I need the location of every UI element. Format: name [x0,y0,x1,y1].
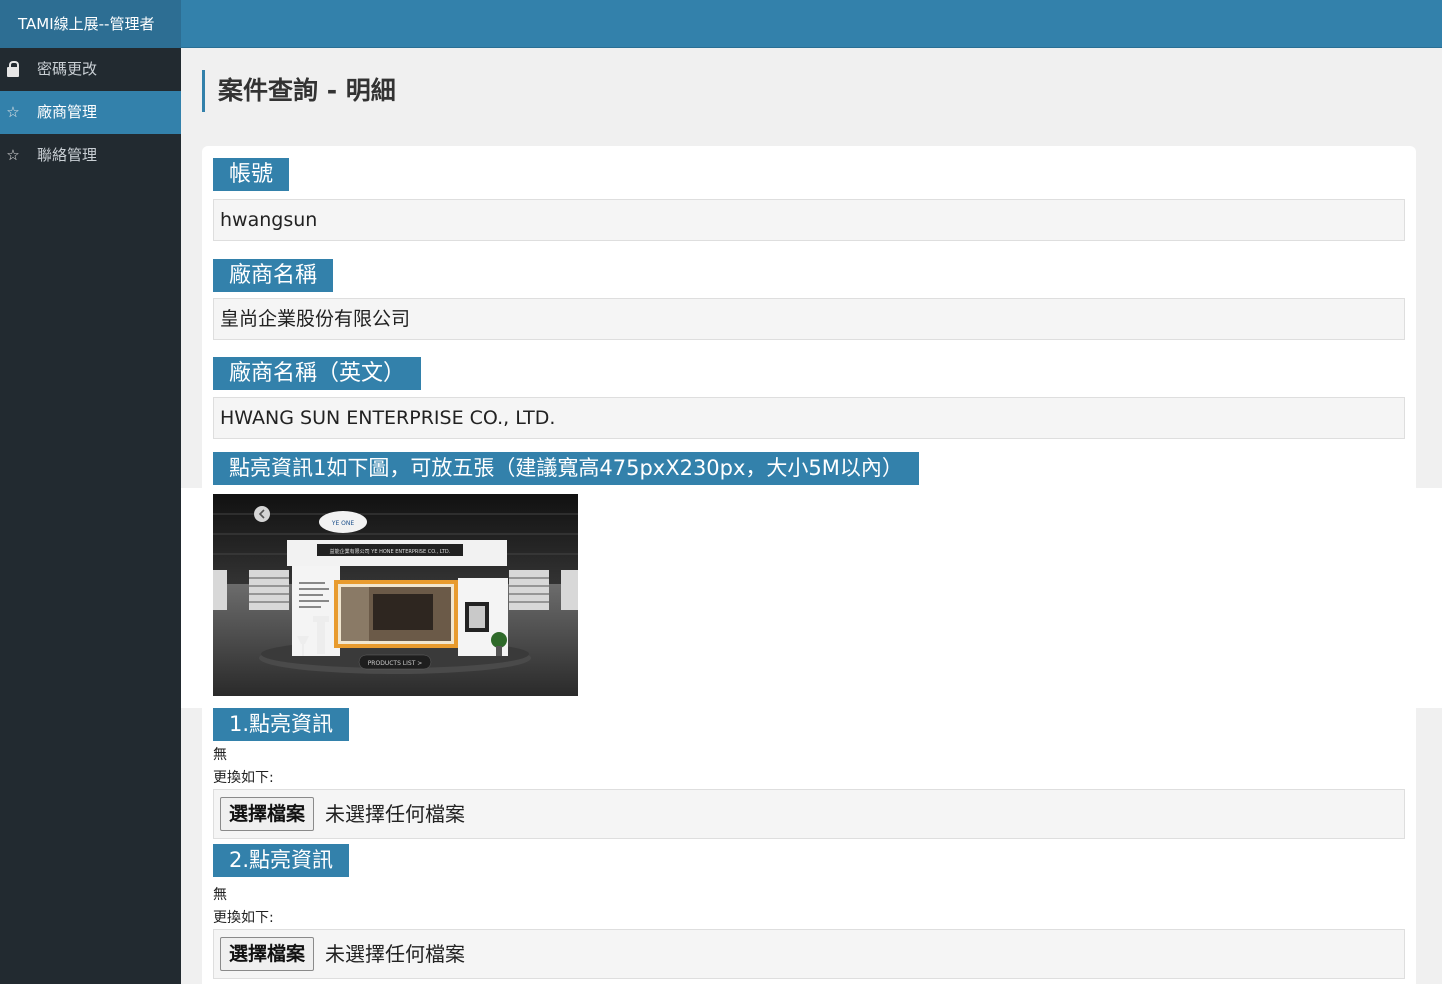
upload-1-file-input[interactable]: 選擇檔案 未選擇任何檔案 [213,789,1405,839]
lock-icon [5,48,21,91]
company-name-en-field[interactable]: HWANG SUN ENTERPRISE CO., LTD. [213,397,1405,439]
choose-file-button[interactable]: 選擇檔案 [220,937,315,971]
chevron-left-icon[interactable] [254,506,270,522]
highlight-info-label: 點亮資訊1如下圖，可放五張（建議寬高475pxX230px，大小5M以內） [213,452,919,485]
highlight-preview-image: 益能企業有限公司 YE HONE ENTERPRISE CO., LTD. YE… [213,494,578,696]
sidebar-item-contacts[interactable]: ☆ 聯絡管理 [0,134,181,177]
top-bar [0,0,1442,48]
company-name-en-label: 廠商名稱（英文） [213,357,422,390]
sidebar-item-label: 聯絡管理 [37,146,98,164]
upload-1-replace-label: 更換如下: [213,770,274,786]
star-icon: ☆ [6,146,20,164]
star-icon: ☆ [6,103,20,121]
file-status: 未選擇任何檔案 [325,942,465,966]
app-title: TAMI線上展--管理者 [0,0,181,48]
sidebar-item-label: 密碼更改 [37,60,98,78]
upload-1-label: 1.點亮資訊 [213,708,350,741]
page-title: 案件查詢 - 明細 [202,70,396,112]
sidebar: 密碼更改 ☆ 廠商管理 ☆ 聯絡管理 [0,48,181,984]
sidebar-item-vendors[interactable]: ☆ 廠商管理 [0,91,181,134]
company-name-field[interactable]: 皇尚企業股份有限公司 [213,298,1405,340]
company-name-label: 廠商名稱 [213,259,334,292]
upload-2-replace-label: 更換如下: [213,910,274,926]
booth-sign-text: 益能企業有限公司 YE HONE ENTERPRISE CO., LTD. [330,548,451,555]
upload-2-file-input[interactable]: 選擇檔案 未選擇任何檔案 [213,929,1405,979]
products-list-text: PRODUCTS LIST > [368,660,423,667]
booth-logo: YE ONE [331,520,355,527]
sidebar-item-label: 廠商管理 [37,103,98,121]
choose-file-button[interactable]: 選擇檔案 [220,797,315,831]
upload-2-label: 2.點亮資訊 [213,844,350,877]
file-status: 未選擇任何檔案 [325,802,465,826]
upload-1-current: 無 [213,747,227,763]
sidebar-item-password[interactable]: 密碼更改 [0,48,181,91]
account-field[interactable]: hwangsun [213,199,1405,241]
upload-2-current: 無 [213,887,227,903]
account-label: 帳號 [213,158,290,191]
